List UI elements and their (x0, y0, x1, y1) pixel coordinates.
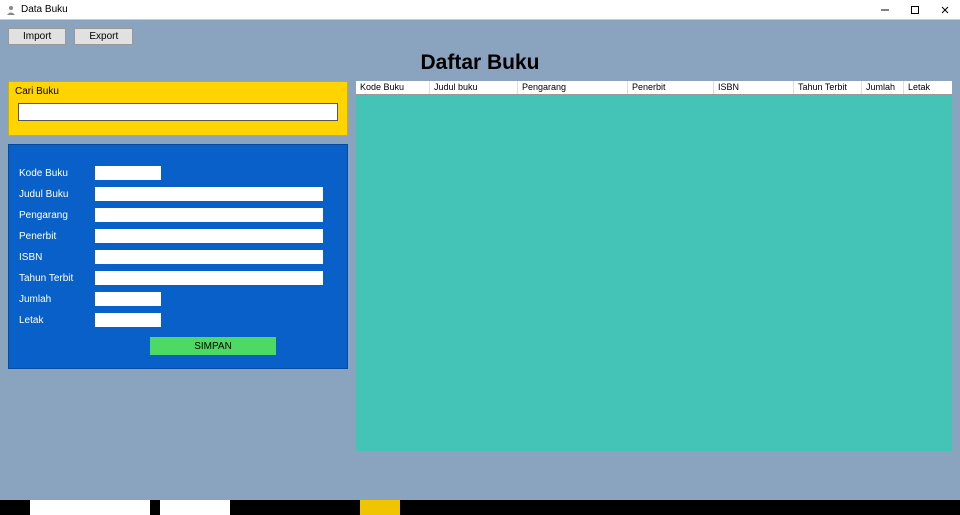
page-title: Daftar Buku (8, 51, 952, 75)
letak-label: Letak (19, 315, 95, 326)
penerbit-input[interactable] (95, 229, 323, 243)
app-icon (5, 4, 17, 16)
isbn-label: ISBN (19, 252, 95, 263)
tahun-terbit-input[interactable] (95, 271, 323, 285)
pengarang-input[interactable] (95, 208, 323, 222)
toolbar: Import Export (8, 20, 952, 49)
col-letak[interactable]: Letak (904, 81, 946, 94)
isbn-input[interactable] (95, 250, 323, 264)
search-panel: Cari Buku (8, 81, 348, 136)
import-button[interactable]: Import (8, 28, 66, 45)
penerbit-label: Penerbit (19, 231, 95, 242)
jumlah-input[interactable] (95, 292, 161, 306)
kode-buku-label: Kode Buku (19, 168, 95, 179)
taskbar (0, 500, 960, 515)
col-jumlah[interactable]: Jumlah (862, 81, 904, 94)
window-controls (870, 0, 960, 19)
maximize-button[interactable] (900, 0, 930, 19)
close-button[interactable] (930, 0, 960, 19)
export-button[interactable]: Export (74, 28, 133, 45)
search-label: Cari Buku (15, 86, 341, 97)
judul-buku-label: Judul Buku (19, 189, 95, 200)
minimize-button[interactable] (870, 0, 900, 19)
col-isbn[interactable]: ISBN (714, 81, 794, 94)
pengarang-label: Pengarang (19, 210, 95, 221)
table-header-row: Kode Buku Judul buku Pengarang Penerbit … (356, 81, 952, 95)
judul-buku-input[interactable] (95, 187, 323, 201)
letak-input[interactable] (95, 313, 161, 327)
tahun-terbit-label: Tahun Terbit (19, 273, 95, 284)
search-input[interactable] (18, 103, 337, 121)
table-body[interactable] (356, 95, 952, 451)
col-penerbit[interactable]: Penerbit (628, 81, 714, 94)
books-table: Kode Buku Judul buku Pengarang Penerbit … (356, 81, 952, 451)
col-tahun-terbit[interactable]: Tahun Terbit (794, 81, 862, 94)
kode-buku-input[interactable] (95, 166, 161, 180)
col-kode-buku[interactable]: Kode Buku (356, 81, 430, 94)
window-title: Data Buku (21, 4, 870, 15)
col-judul-buku[interactable]: Judul buku (430, 81, 518, 94)
app-body: Import Export Daftar Buku Cari Buku Kode… (0, 20, 960, 500)
save-button[interactable]: SIMPAN (149, 336, 277, 356)
col-pengarang[interactable]: Pengarang (518, 81, 628, 94)
jumlah-label: Jumlah (19, 294, 95, 305)
window-titlebar: Data Buku (0, 0, 960, 20)
book-form: Kode Buku Judul Buku Pengarang Penerbit … (8, 144, 348, 369)
